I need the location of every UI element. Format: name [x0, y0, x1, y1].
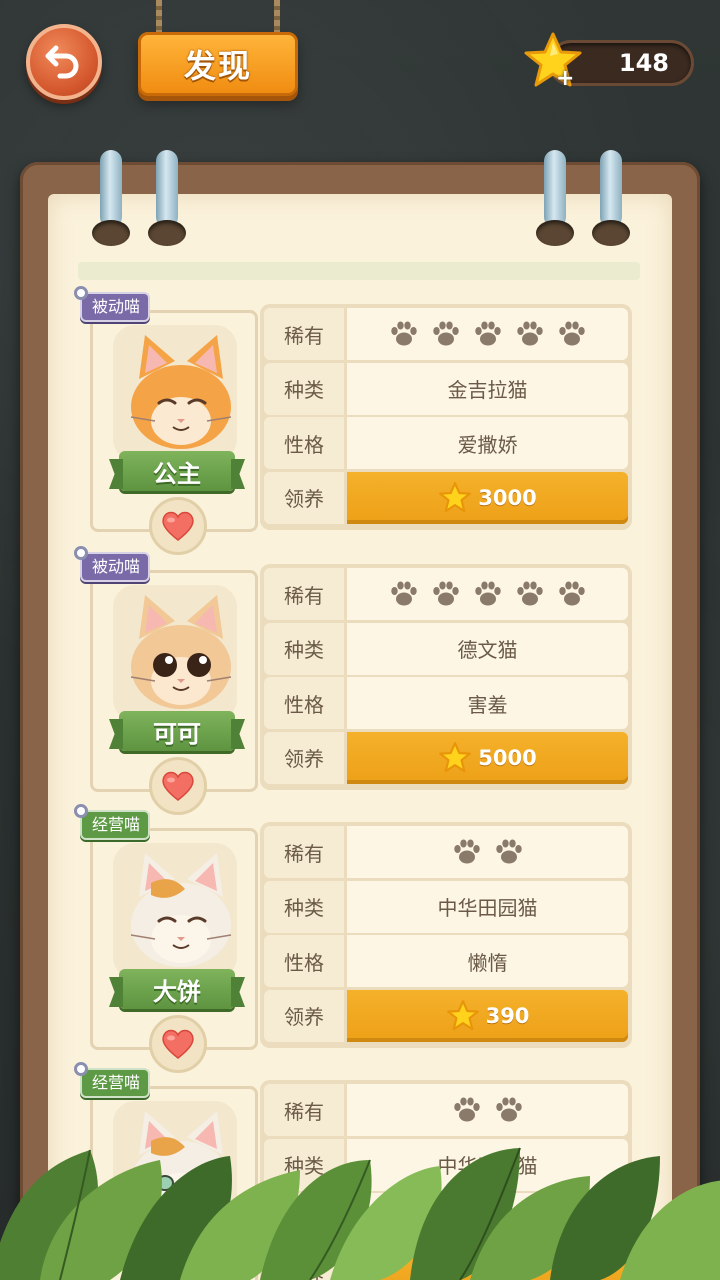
- adopt-button[interactable]: 3000: [347, 471, 628, 524]
- binder-ring-icon: [536, 150, 574, 246]
- heart-icon: [162, 771, 194, 801]
- paw-icon: [516, 581, 543, 606]
- adopt-button[interactable]: 5000: [347, 731, 628, 784]
- cat-name-ribbon: 大饼: [119, 969, 235, 1009]
- cat-name: 公主: [153, 459, 201, 488]
- back-button[interactable]: [26, 24, 102, 100]
- cat-category-tag: 被动喵: [74, 546, 151, 582]
- paw-icon: [474, 321, 501, 346]
- star-icon: [439, 741, 472, 772]
- rarity-row: 稀有: [264, 826, 628, 881]
- paw-icon: [432, 581, 459, 606]
- rarity-row: 稀有: [264, 568, 628, 623]
- paw-icon: [495, 839, 522, 864]
- cat-portrait: [130, 853, 232, 967]
- favorite-button[interactable]: [149, 757, 207, 815]
- rarity-value: [347, 308, 628, 360]
- personality-row: 性格 懒惰: [264, 935, 628, 990]
- paw-icon: [558, 581, 585, 606]
- cat-name-ribbon: 可可: [119, 711, 235, 751]
- type-label: 种类: [264, 880, 344, 933]
- cat-category-tag: 经营喵: [74, 1062, 151, 1098]
- type-value: 中华田园猫: [347, 880, 628, 933]
- paw-icon: [390, 321, 417, 346]
- binder-ring-icon: [148, 150, 186, 246]
- cat-info-table: 稀有 种类 中华田园猫 性格 懒惰 领养 390: [260, 822, 632, 1048]
- cat-category-tag: 经营喵: [74, 804, 151, 840]
- paw-icon: [558, 321, 585, 346]
- type-row: 种类 金吉拉猫: [264, 362, 628, 418]
- cat-portrait: [130, 335, 232, 449]
- paw-icon: [432, 321, 459, 346]
- cat-card: 公主 被动喵 稀有 种类 金吉拉猫 性格 爱撒娇 领养 3000: [74, 286, 632, 555]
- page-title-plate: 发现: [138, 32, 298, 96]
- adopt-row: 领养 5000: [264, 731, 628, 787]
- back-arrow-icon: [45, 45, 79, 79]
- personality-value: 懒惰: [347, 935, 628, 987]
- star-icon: [439, 481, 472, 512]
- heart-icon: [162, 511, 194, 541]
- adopt-label: 领养: [264, 731, 344, 784]
- favorite-button[interactable]: [149, 497, 207, 555]
- personality-label: 性格: [264, 677, 344, 729]
- star-icon[interactable]: [522, 30, 584, 92]
- star-count: 148: [618, 49, 669, 77]
- personality-value: 爱撒娇: [347, 417, 628, 469]
- rarity-value: [347, 826, 628, 878]
- type-value: 德文猫: [347, 622, 628, 675]
- adopt-price: 390: [485, 1003, 530, 1028]
- cat-portrait: [130, 595, 232, 709]
- type-label: 种类: [264, 362, 344, 415]
- cat-portrait-frame[interactable]: 大饼: [90, 828, 258, 1073]
- personality-row: 性格 害羞: [264, 677, 628, 732]
- personality-value: 害羞: [347, 677, 628, 729]
- favorite-button[interactable]: [149, 1015, 207, 1073]
- cat-portrait-frame[interactable]: 可可: [90, 570, 258, 815]
- type-row: 种类 中华田园猫: [264, 880, 628, 936]
- adopt-row: 领养 3000: [264, 471, 628, 527]
- divider: [78, 262, 640, 280]
- cat-name-ribbon: 公主: [119, 451, 235, 491]
- cat-portrait-frame[interactable]: 公主: [90, 310, 258, 555]
- page-title: 发现: [183, 47, 252, 85]
- binder-ring-icon: [92, 150, 130, 246]
- star-icon: [446, 999, 479, 1030]
- adopt-price: 5000: [478, 745, 537, 770]
- cat-category-tag: 被动喵: [74, 286, 151, 322]
- cat-card: 大饼 经营喵 稀有 种类 中华田园猫 性格 懒惰 领养 390: [74, 804, 632, 1073]
- type-label: 种类: [264, 622, 344, 675]
- cat-card: 可可 被动喵 稀有 种类 德文猫 性格 害羞 领养 5000: [74, 546, 632, 815]
- type-value: 金吉拉猫: [347, 362, 628, 415]
- adopt-label: 领养: [264, 471, 344, 524]
- personality-row: 性格 爱撒娇: [264, 417, 628, 472]
- rarity-label: 稀有: [264, 308, 344, 360]
- adopt-row: 领养 390: [264, 989, 628, 1045]
- paw-icon: [474, 581, 501, 606]
- adopt-button[interactable]: 390: [347, 989, 628, 1042]
- binder-ring-icon: [592, 150, 630, 246]
- paw-icon: [516, 321, 543, 346]
- cat-info-table: 稀有 种类 德文猫 性格 害羞 领养 5000: [260, 564, 632, 790]
- cat-name: 可可: [153, 719, 201, 748]
- adopt-price: 3000: [478, 485, 537, 510]
- personality-label: 性格: [264, 417, 344, 469]
- personality-label: 性格: [264, 935, 344, 987]
- foliage-decoration: [0, 1147, 720, 1280]
- rarity-label: 稀有: [264, 568, 344, 620]
- heart-icon: [162, 1029, 194, 1059]
- paw-icon: [453, 839, 480, 864]
- cat-info-table: 稀有 种类 金吉拉猫 性格 爱撒娇 领养 3000: [260, 304, 632, 530]
- cat-name: 大饼: [153, 977, 201, 1006]
- rarity-value: [347, 568, 628, 620]
- paw-icon: [390, 581, 417, 606]
- rarity-row: 稀有: [264, 308, 628, 363]
- rarity-label: 稀有: [264, 826, 344, 878]
- adopt-label: 领养: [264, 989, 344, 1042]
- type-row: 种类 德文猫: [264, 622, 628, 678]
- add-star-icon[interactable]: +: [556, 66, 574, 91]
